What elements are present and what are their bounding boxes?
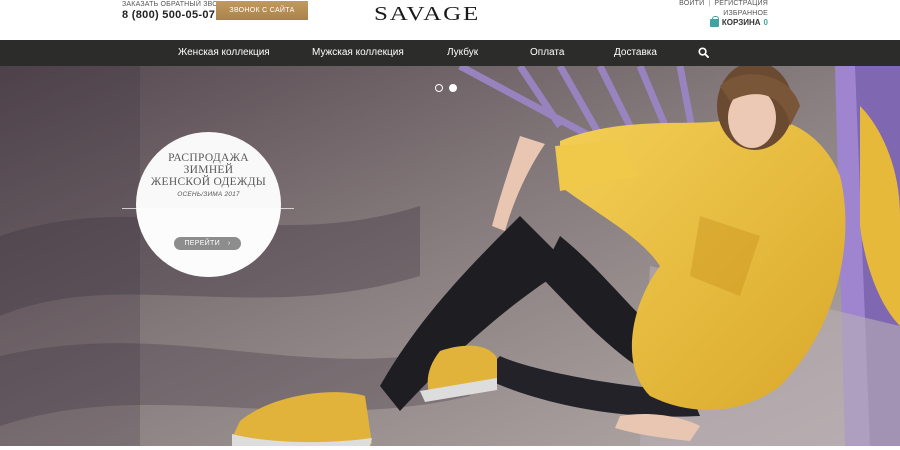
nav-item-lookbook[interactable]: Лукбук (447, 40, 478, 66)
auth-links: ВОЙТИ | РЕГИСТРАЦИЯ (679, 0, 768, 7)
register-link[interactable]: РЕГИСТРАЦИЯ (714, 0, 768, 7)
promo-title: РАСПРОДАЖА ЗИМНЕЙ ЖЕНСКОЙ ОДЕЖДЫ (136, 152, 281, 188)
go-button-label: ПЕРЕЙТИ (184, 240, 220, 247)
call-from-site-button[interactable]: ЗВОНОК С САЙТА (216, 1, 308, 20)
cart-count: 0 (763, 18, 768, 27)
slider-dot-2[interactable] (449, 84, 457, 92)
slider-dot-1[interactable] (435, 84, 443, 92)
promo-title-line-2: ЗИМНЕЙ (183, 164, 234, 176)
nav-item-delivery[interactable]: Доставка (614, 40, 657, 66)
hero-banner[interactable]: РАСПРОДАЖА ЗИМНЕЙ ЖЕНСКОЙ ОДЕЖДЫ ОСЕНЬ/З… (0, 66, 900, 446)
login-link[interactable]: ВОЙТИ (679, 0, 704, 7)
promo-divider (122, 208, 294, 209)
promo-season: ОСЕНЬ/ЗИМА 2017 (177, 191, 240, 198)
nav-item-mens-collection[interactable]: Мужская коллекция (312, 40, 404, 66)
chevron-right-icon: › (227, 240, 231, 247)
promo-title-line-3: ЖЕНСКОЙ ОДЕЖДЫ (150, 176, 267, 188)
promo-title-line-1: РАСПРОДАЖА (168, 152, 249, 164)
promo-badge: РАСПРОДАЖА ЗИМНЕЙ ЖЕНСКОЙ ОДЕЖДЫ ОСЕНЬ/З… (136, 132, 281, 277)
slider-dots (435, 84, 457, 92)
favorites-link[interactable]: ИЗБРАННОЕ (723, 10, 768, 17)
main-nav: Женская коллекция Мужская коллекция Лукб… (0, 40, 900, 66)
nav-item-womens-collection[interactable]: Женская коллекция (178, 40, 270, 66)
search-icon[interactable] (698, 47, 709, 58)
cart-label: КОРЗИНА (721, 18, 761, 27)
top-header: ЗАКАЗАТЬ ОБРАТНЫЙ ЗВОНОК 8 (800) 500-05-… (0, 0, 900, 40)
go-button[interactable]: ПЕРЕЙТИ › (174, 237, 241, 250)
auth-separator: | (708, 0, 711, 7)
phone-number[interactable]: 8 (800) 500-05-07 (122, 9, 215, 21)
cart-link[interactable]: КОРЗИНА 0 (709, 15, 768, 27)
site-logo[interactable]: SAVAGE (374, 3, 480, 26)
hero-photo (0, 66, 900, 446)
shopping-bag-icon (709, 15, 719, 27)
nav-item-payment[interactable]: Оплата (530, 40, 564, 66)
